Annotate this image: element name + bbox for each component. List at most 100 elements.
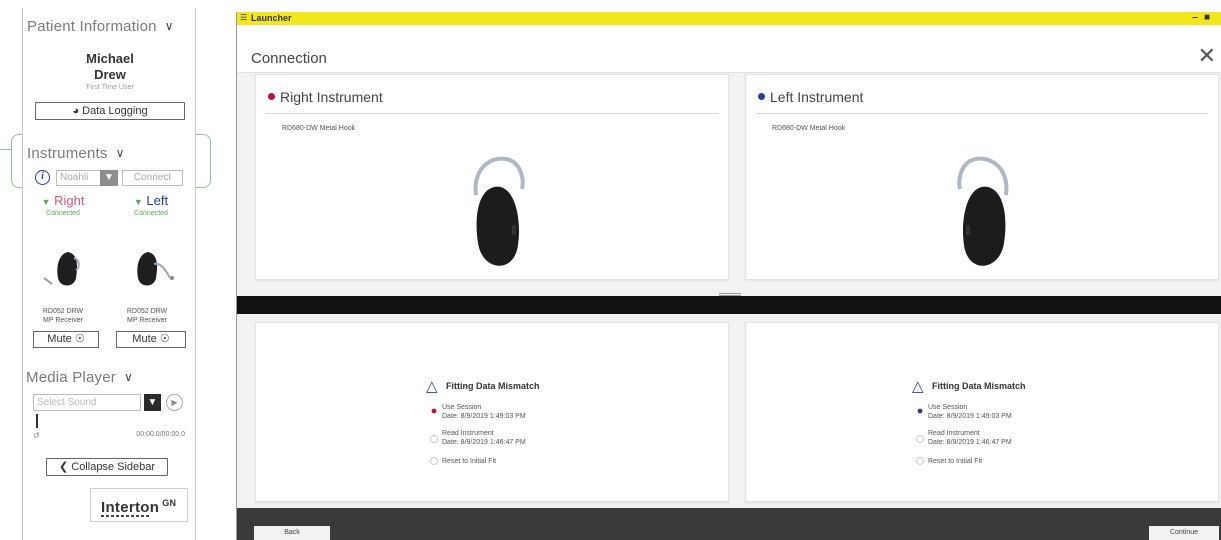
right-hearing-aid-image bbox=[473, 156, 525, 266]
volume-slider[interactable] bbox=[36, 414, 38, 428]
instruments-label: Instruments bbox=[27, 145, 108, 162]
wifi-icon: ▼ bbox=[41, 197, 51, 207]
right-model-line1: RD052 DRW bbox=[42, 308, 84, 315]
chevron-down-icon[interactable]: ∨ bbox=[165, 19, 174, 33]
data-logging-icon: ◕ bbox=[72, 105, 80, 117]
read-instrument-label: Read Instrument bbox=[442, 430, 494, 437]
left-model-line1: RD052 DRW bbox=[126, 308, 168, 315]
left-model-line2: MP Receiver bbox=[127, 317, 167, 324]
chevron-down-icon[interactable]: ∨ bbox=[116, 146, 125, 160]
right-mismatch-panel: △ Fitting Data Mismatch Use Session Date… bbox=[255, 322, 729, 502]
patient-last-name: Drew bbox=[94, 67, 126, 82]
left-mismatch-panel: △ Fitting Data Mismatch Use Session Date… bbox=[745, 322, 1219, 502]
use-session-radio[interactable] bbox=[917, 408, 923, 414]
use-session-label: Use Session bbox=[928, 404, 968, 411]
connect-button[interactable]: Connect bbox=[122, 170, 183, 186]
continue-button[interactable]: Continue bbox=[1149, 526, 1219, 540]
divider bbox=[756, 113, 1208, 114]
read-instrument-option[interactable]: Read Instrument Date: 8/9/2019 1:46:47 P… bbox=[928, 429, 1012, 447]
patient-info-header[interactable]: Patient Information ∨ bbox=[27, 18, 174, 35]
collapse-label: Collapse Sidebar bbox=[71, 461, 156, 473]
collapse-icon: ❮ bbox=[58, 461, 69, 473]
read-instrument-radio[interactable] bbox=[916, 435, 924, 443]
data-logging-label: Data Logging bbox=[82, 105, 148, 117]
splitter[interactable] bbox=[237, 296, 1221, 314]
left-status: Connected bbox=[134, 210, 168, 217]
window-icon: ☰ bbox=[240, 13, 248, 22]
left-instrument-panel: Left Instrument RD680-DW Metal Hook bbox=[745, 74, 1219, 280]
patient-info-label: Patient Information bbox=[27, 18, 157, 35]
collapse-sidebar-button[interactable]: ❮ Collapse Sidebar bbox=[46, 458, 168, 476]
footer-bar: Back Continue bbox=[237, 508, 1221, 540]
right-mismatch-title: Fitting Data Mismatch bbox=[446, 381, 540, 391]
chevron-down-icon[interactable]: ∨ bbox=[124, 370, 133, 384]
read-instrument-date: Date: 8/9/2019 1:46:47 PM bbox=[442, 439, 526, 446]
right-instrument-label: Right Instrument bbox=[280, 89, 383, 105]
window-controls[interactable]: –■ bbox=[1192, 12, 1216, 23]
reset-radio[interactable] bbox=[916, 457, 924, 465]
connection-header: Connection ✕ bbox=[237, 25, 1221, 73]
mute-right-button[interactable]: Mute ☉ bbox=[33, 331, 99, 348]
use-session-date: Date: 8/9/2019 1:49:03 PM bbox=[928, 413, 1012, 420]
logo-word: Interton bbox=[101, 499, 160, 516]
left-label-text: Left bbox=[146, 193, 169, 208]
right-instrument-title: Right Instrument bbox=[268, 89, 383, 105]
divider bbox=[266, 113, 718, 114]
volume-icon: ↺ bbox=[33, 431, 40, 440]
left-model: RD680-DW Metal Hook bbox=[772, 125, 846, 132]
left-dot-icon bbox=[758, 93, 765, 100]
read-instrument-option[interactable]: Read Instrument Date: 8/9/2019 1:46:47 P… bbox=[442, 429, 526, 447]
reset-option[interactable]: Reset to Initial Fit bbox=[442, 457, 496, 466]
speaker-icon: ☉ bbox=[74, 333, 85, 345]
logo-gn: GN bbox=[162, 498, 177, 508]
data-logging-button[interactable]: ◕ Data Logging bbox=[35, 102, 185, 120]
right-side-label: ▼ Right bbox=[30, 193, 96, 208]
select-sound-dropdown[interactable]: Select Sound bbox=[33, 394, 141, 411]
back-button[interactable]: Back bbox=[254, 526, 330, 540]
media-player-label: Media Player bbox=[26, 369, 116, 386]
right-status: Connected bbox=[46, 210, 80, 217]
wifi-icon: ▼ bbox=[133, 197, 143, 207]
right-dot-icon bbox=[268, 93, 275, 100]
user-type: First Time User bbox=[86, 84, 134, 91]
read-instrument-label: Read Instrument bbox=[928, 430, 980, 437]
mute-right-label: Mute bbox=[47, 333, 72, 345]
right-hearing-aid-icon bbox=[43, 252, 80, 286]
patient-first-name: Michael bbox=[86, 51, 134, 66]
callout-line bbox=[0, 149, 11, 150]
media-player-header[interactable]: Media Player ∨ bbox=[26, 369, 133, 386]
left-aid-model: RD052 DRW MP Receiver bbox=[117, 307, 177, 325]
play-icon[interactable]: ▶ bbox=[166, 394, 183, 411]
warning-icon: △ bbox=[912, 378, 924, 395]
instruments-header[interactable]: Instruments ∨ bbox=[27, 145, 125, 162]
page-title: Connection bbox=[251, 50, 327, 67]
reset-option[interactable]: Reset to Initial Fit bbox=[928, 457, 982, 466]
left-side-label: ▼ Left bbox=[118, 193, 184, 208]
mute-left-button[interactable]: Mute ☉ bbox=[116, 331, 186, 348]
window-title: Launcher bbox=[251, 13, 292, 23]
left-instrument-label: Left Instrument bbox=[770, 89, 864, 105]
use-session-date: Date: 8/9/2019 1:49:03 PM bbox=[442, 413, 526, 420]
use-session-radio[interactable] bbox=[431, 408, 437, 414]
logo-text: Interton GN bbox=[101, 498, 176, 516]
info-icon[interactable]: i bbox=[35, 170, 50, 185]
close-icon[interactable]: ✕ bbox=[1198, 43, 1216, 69]
left-instrument-title: Left Instrument bbox=[758, 89, 863, 105]
use-session-option[interactable]: Use Session Date: 8/9/2019 1:49:03 PM bbox=[928, 403, 1012, 421]
chevron-down-icon[interactable]: ▼ bbox=[144, 394, 161, 411]
launcher-window: ☰ Launcher –■ Connection ✕ Right Instrum… bbox=[236, 12, 1221, 540]
left-mismatch-title: Fitting Data Mismatch bbox=[932, 381, 1026, 391]
read-instrument-radio[interactable] bbox=[430, 435, 438, 443]
speaker-icon: ☉ bbox=[159, 333, 170, 345]
right-aid-model: RD052 DRW MP Receiver bbox=[33, 307, 93, 325]
warning-icon: △ bbox=[426, 378, 438, 395]
use-session-label: Use Session bbox=[442, 404, 482, 411]
chevron-down-icon[interactable]: ▼ bbox=[100, 170, 118, 186]
reset-radio[interactable] bbox=[430, 457, 438, 465]
right-instrument-panel: Right Instrument RD680-DW Metal Hook bbox=[255, 74, 729, 280]
right-model: RD680-DW Metal Hook bbox=[282, 125, 356, 132]
logo-underline bbox=[101, 515, 151, 517]
media-time: 00:00.0/00:00.0 bbox=[136, 431, 185, 438]
title-bar: ☰ Launcher –■ bbox=[237, 12, 1221, 25]
use-session-option[interactable]: Use Session Date: 8/9/2019 1:49:03 PM bbox=[442, 403, 526, 421]
